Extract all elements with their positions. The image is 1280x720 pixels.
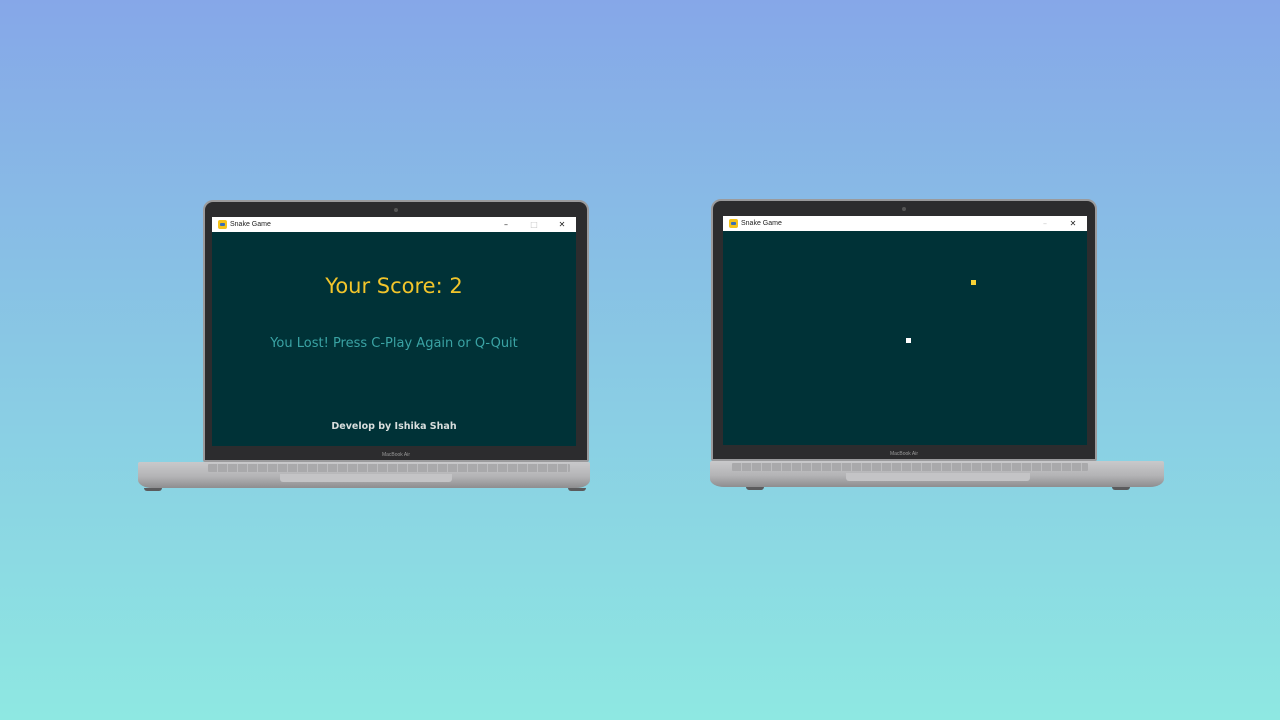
laptop-foot — [1112, 487, 1130, 490]
window-titlebar[interactable]: Snake Game – □ ✕ — [212, 217, 576, 232]
laptop-base — [710, 461, 1164, 487]
laptop-right: Snake Game – ✕ MacBook Air — [710, 199, 1166, 492]
close-icon[interactable]: ✕ — [1059, 216, 1087, 231]
laptop-lid: Snake Game – ✕ MacBook Air — [711, 199, 1097, 461]
model-label: MacBook Air — [381, 452, 411, 458]
laptop-left: Snake Game – □ ✕ Your Score: 2 You Lost!… — [138, 200, 590, 492]
laptop-lid: Snake Game – □ ✕ Your Score: 2 You Lost!… — [203, 200, 589, 462]
game-over-message: You Lost! Press C-Play Again or Q-Quit — [270, 336, 518, 351]
python-app-icon — [218, 220, 227, 229]
python-app-icon — [729, 219, 738, 228]
minimize-icon[interactable]: – — [1031, 216, 1059, 231]
window-controls: – ✕ — [1031, 216, 1087, 231]
snake-head-square — [906, 338, 911, 343]
laptop-base — [138, 462, 590, 488]
minimize-icon[interactable]: – — [492, 217, 520, 232]
window-title: Snake Game — [230, 221, 271, 228]
laptop-foot — [746, 487, 764, 490]
trackpad — [280, 474, 452, 482]
keyboard — [732, 463, 1088, 471]
trackpad — [846, 473, 1030, 481]
game-canvas[interactable] — [723, 231, 1087, 445]
food-square — [971, 280, 976, 285]
laptop-screen: Snake Game – □ ✕ Your Score: 2 You Lost!… — [212, 217, 576, 446]
window-titlebar[interactable]: Snake Game – ✕ — [723, 216, 1087, 231]
close-icon[interactable]: ✕ — [548, 217, 576, 232]
camera-icon — [394, 208, 398, 212]
maximize-icon[interactable]: □ — [520, 217, 548, 232]
window-controls: – □ ✕ — [492, 217, 576, 232]
developer-credit: Develop by Ishika Shah — [331, 421, 457, 432]
score-label: Your Score: 2 — [325, 274, 463, 298]
laptop-screen: Snake Game – ✕ — [723, 216, 1087, 445]
laptop-foot — [568, 488, 586, 491]
camera-icon — [902, 207, 906, 211]
laptop-foot — [144, 488, 162, 491]
window-title: Snake Game — [741, 220, 782, 227]
model-label: MacBook Air — [889, 451, 919, 457]
keyboard — [208, 464, 570, 472]
game-canvas[interactable]: Your Score: 2 You Lost! Press C-Play Aga… — [212, 232, 576, 446]
